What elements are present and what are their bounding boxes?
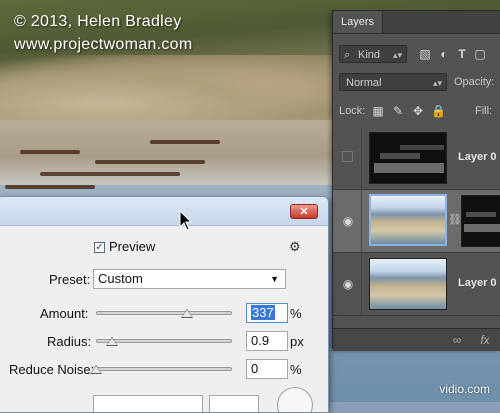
preset-select[interactable]: Custom ▼	[93, 269, 286, 289]
photo-seaweed	[95, 160, 205, 164]
pixel-filter-icon[interactable]: ▧	[418, 47, 432, 61]
preset-value: Custom	[98, 271, 143, 286]
lock-label: Lock:	[339, 105, 366, 117]
eye-icon[interactable]: ◉	[341, 214, 355, 228]
reduce-noise-slider-knob[interactable]	[90, 365, 102, 374]
amount-unit: %	[290, 306, 302, 321]
lock-brush-icon[interactable]: ✎	[391, 104, 405, 118]
updown-icon: ▴▾	[392, 50, 402, 60]
filter-row: ⌕ Kind ▴▾ ▧ ◐ T ▢	[333, 45, 500, 67]
layers-footer: ∞ fx	[333, 328, 500, 351]
divider	[361, 253, 362, 315]
blend-row: Normal ▴▾ Opacity:	[333, 73, 500, 95]
amount-slider-track[interactable]	[96, 311, 232, 315]
layer-name: Layer 0	[458, 277, 497, 289]
chevron-down-icon: ▼	[270, 274, 279, 284]
reduce-noise-label: Reduce Noise:	[9, 362, 95, 377]
layer-row[interactable]: Layer 0 co	[333, 127, 500, 190]
search-icon: ⌕	[344, 49, 351, 61]
divider	[361, 190, 362, 252]
photo-seaweed	[5, 185, 95, 189]
radius-value: 0.9	[251, 333, 270, 348]
reduce-noise-value: 0	[251, 361, 259, 376]
shape-filter-icon[interactable]: ▢	[473, 47, 487, 61]
opacity-label: Opacity:	[454, 76, 495, 88]
blend-mode-value: Normal	[346, 77, 382, 89]
layer-row[interactable]: ◉ Layer 0	[333, 253, 500, 316]
close-button[interactable]: ✕	[290, 204, 318, 219]
radius-input[interactable]: 0.9	[246, 331, 288, 351]
layer-mask-thumbnail[interactable]	[461, 195, 500, 247]
layers-panel: Layers ⌕ Kind ▴▾ ▧ ◐ T ▢ Normal ▴▾ Opaci…	[332, 10, 500, 351]
fx-icon[interactable]: fx	[477, 333, 493, 347]
tab-layers[interactable]: Layers	[333, 11, 384, 33]
layer-row-selected[interactable]: ◉ ⛓	[333, 190, 500, 253]
photo-seaweed	[40, 172, 180, 176]
lock-transparency-icon[interactable]: ▦	[371, 104, 385, 118]
divider	[361, 127, 362, 189]
amount-value: 337	[251, 305, 275, 320]
adjustment-filter-icon[interactable]: ◐	[437, 47, 451, 61]
layer-name: Layer 0 co	[458, 151, 500, 163]
angle-dial[interactable]	[277, 387, 313, 412]
photo-seaweed	[150, 140, 220, 144]
watermark-copyright: © 2013, Helen Bradley	[14, 13, 182, 30]
lock-position-icon[interactable]: ✥	[411, 104, 425, 118]
watermark-url: www.projectwoman.com	[14, 36, 193, 53]
mouse-cursor-icon	[179, 210, 193, 231]
layer-thumbnail[interactable]	[369, 132, 447, 184]
lock-all-icon[interactable]: 🔒	[431, 104, 446, 118]
preview-label: Preview	[109, 239, 156, 254]
layer-thumbnail[interactable]	[369, 194, 447, 246]
smart-sharpen-dialog: ✕ ✓ Preview ⚙ Preset: Custom ▼ Amount: 3…	[0, 196, 329, 413]
amount-slider-knob[interactable]	[181, 309, 194, 318]
amount-input[interactable]: 337	[246, 303, 288, 323]
link-icon[interactable]: ⛓	[448, 212, 462, 228]
preview-checkbox[interactable]: ✓	[94, 242, 105, 253]
eye-icon[interactable]: ◉	[341, 277, 355, 291]
amount-label: Amount:	[40, 306, 89, 321]
radius-unit: px	[290, 334, 304, 349]
updown-icon: ▴▾	[432, 78, 442, 88]
visibility-toggle[interactable]	[342, 151, 353, 162]
kind-filter-select[interactable]: ⌕ Kind ▴▾	[339, 45, 407, 63]
lock-row: Lock: ▦ ✎ ✥ 🔒 Fill:	[333, 101, 500, 123]
layers-tabbar: Layers	[333, 11, 500, 34]
type-filter-icon[interactable]: T	[455, 47, 469, 61]
reduce-noise-slider-track[interactable]	[96, 367, 232, 371]
blend-mode-select[interactable]: Normal ▴▾	[339, 73, 447, 91]
fill-label: Fill:	[475, 105, 493, 117]
site-badge: vidio.com	[439, 382, 490, 396]
link-layers-icon[interactable]: ∞	[449, 333, 465, 347]
radius-slider-knob[interactable]	[106, 337, 119, 346]
layer-thumbnail[interactable]	[369, 258, 447, 310]
dialog-titlebar[interactable]: ✕	[0, 197, 328, 226]
reduce-noise-unit: %	[290, 362, 302, 377]
photo-seaweed	[20, 150, 80, 154]
kind-filter-label: Kind	[358, 49, 381, 61]
preset-label: Preset:	[49, 272, 91, 287]
reduce-noise-input[interactable]: 0	[246, 359, 288, 379]
angle-input[interactable]	[209, 395, 259, 412]
radius-label: Radius:	[47, 334, 92, 349]
gear-icon[interactable]: ⚙	[289, 239, 301, 255]
remove-select[interactable]	[93, 395, 203, 412]
